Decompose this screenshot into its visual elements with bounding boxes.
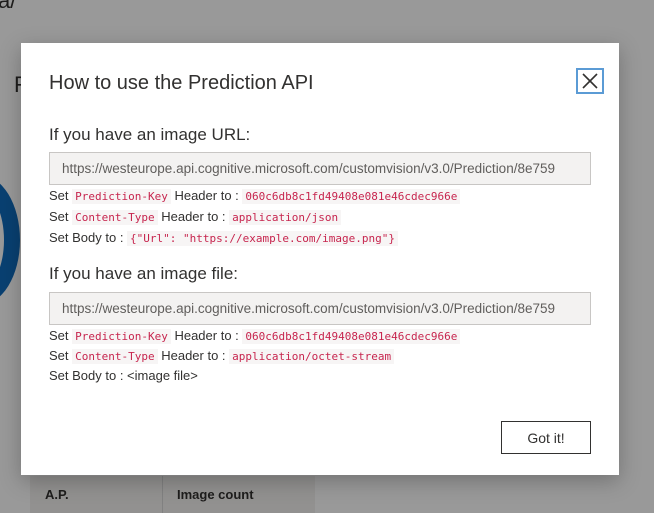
close-button[interactable] xyxy=(576,68,604,94)
file-content-type-line: Set Content-Type Header to : application… xyxy=(49,348,395,364)
prediction-key-header-name: Prediction-Key xyxy=(72,329,171,344)
instruction-middle: Header to : xyxy=(157,209,230,224)
got-it-button[interactable]: Got it! xyxy=(501,421,591,454)
content-type-value: application/octet-stream xyxy=(229,349,395,364)
close-icon xyxy=(582,73,598,89)
instruction-prefix: Set Body to : xyxy=(49,230,128,245)
image-file-heading: If you have an image file: xyxy=(49,264,239,283)
image-url-heading: If you have an image URL: xyxy=(49,125,251,144)
image-file-endpoint-field[interactable] xyxy=(49,292,591,325)
dialog-title: How to use the Prediction API xyxy=(49,72,314,94)
url-content-type-line: Set Content-Type Header to : application… xyxy=(49,209,342,225)
content-type-header-name: Content-Type xyxy=(72,349,158,364)
instruction-prefix: Set xyxy=(49,188,73,203)
prediction-key-header-name: Prediction-Key xyxy=(72,189,171,204)
content-type-value: application/json xyxy=(229,210,342,225)
instruction-prefix: Set xyxy=(49,348,73,363)
prediction-key-value: 060c6db8c1fd49408e081e46cdec966e xyxy=(242,329,461,344)
file-body-line: Set Body to : <image file> xyxy=(49,368,198,383)
instruction-middle: Header to : xyxy=(157,348,230,363)
body-json-value: {"Url": "https://example.com/image.png"} xyxy=(127,231,398,246)
file-prediction-key-line: Set Prediction-Key Header to : 060c6db8c… xyxy=(49,328,461,344)
prediction-key-value: 060c6db8c1fd49408e081e46cdec966e xyxy=(242,189,461,204)
url-body-line: Set Body to : {"Url": "https://example.c… xyxy=(49,230,398,246)
image-url-endpoint-field[interactable] xyxy=(49,152,591,185)
url-prediction-key-line: Set Prediction-Key Header to : 060c6db8c… xyxy=(49,188,461,204)
instruction-prefix: Set xyxy=(49,328,73,343)
content-type-header-name: Content-Type xyxy=(72,210,158,225)
instruction-prefix: Set Body to : xyxy=(49,368,128,383)
body-file-value: <image file> xyxy=(127,368,198,383)
page: a/ R A.P. Image count How to use the Pre… xyxy=(0,0,654,513)
instruction-middle: Header to : xyxy=(170,328,243,343)
instruction-middle: Header to : xyxy=(170,188,243,203)
instruction-prefix: Set xyxy=(49,209,73,224)
prediction-api-dialog: How to use the Prediction API If you hav… xyxy=(21,43,619,475)
